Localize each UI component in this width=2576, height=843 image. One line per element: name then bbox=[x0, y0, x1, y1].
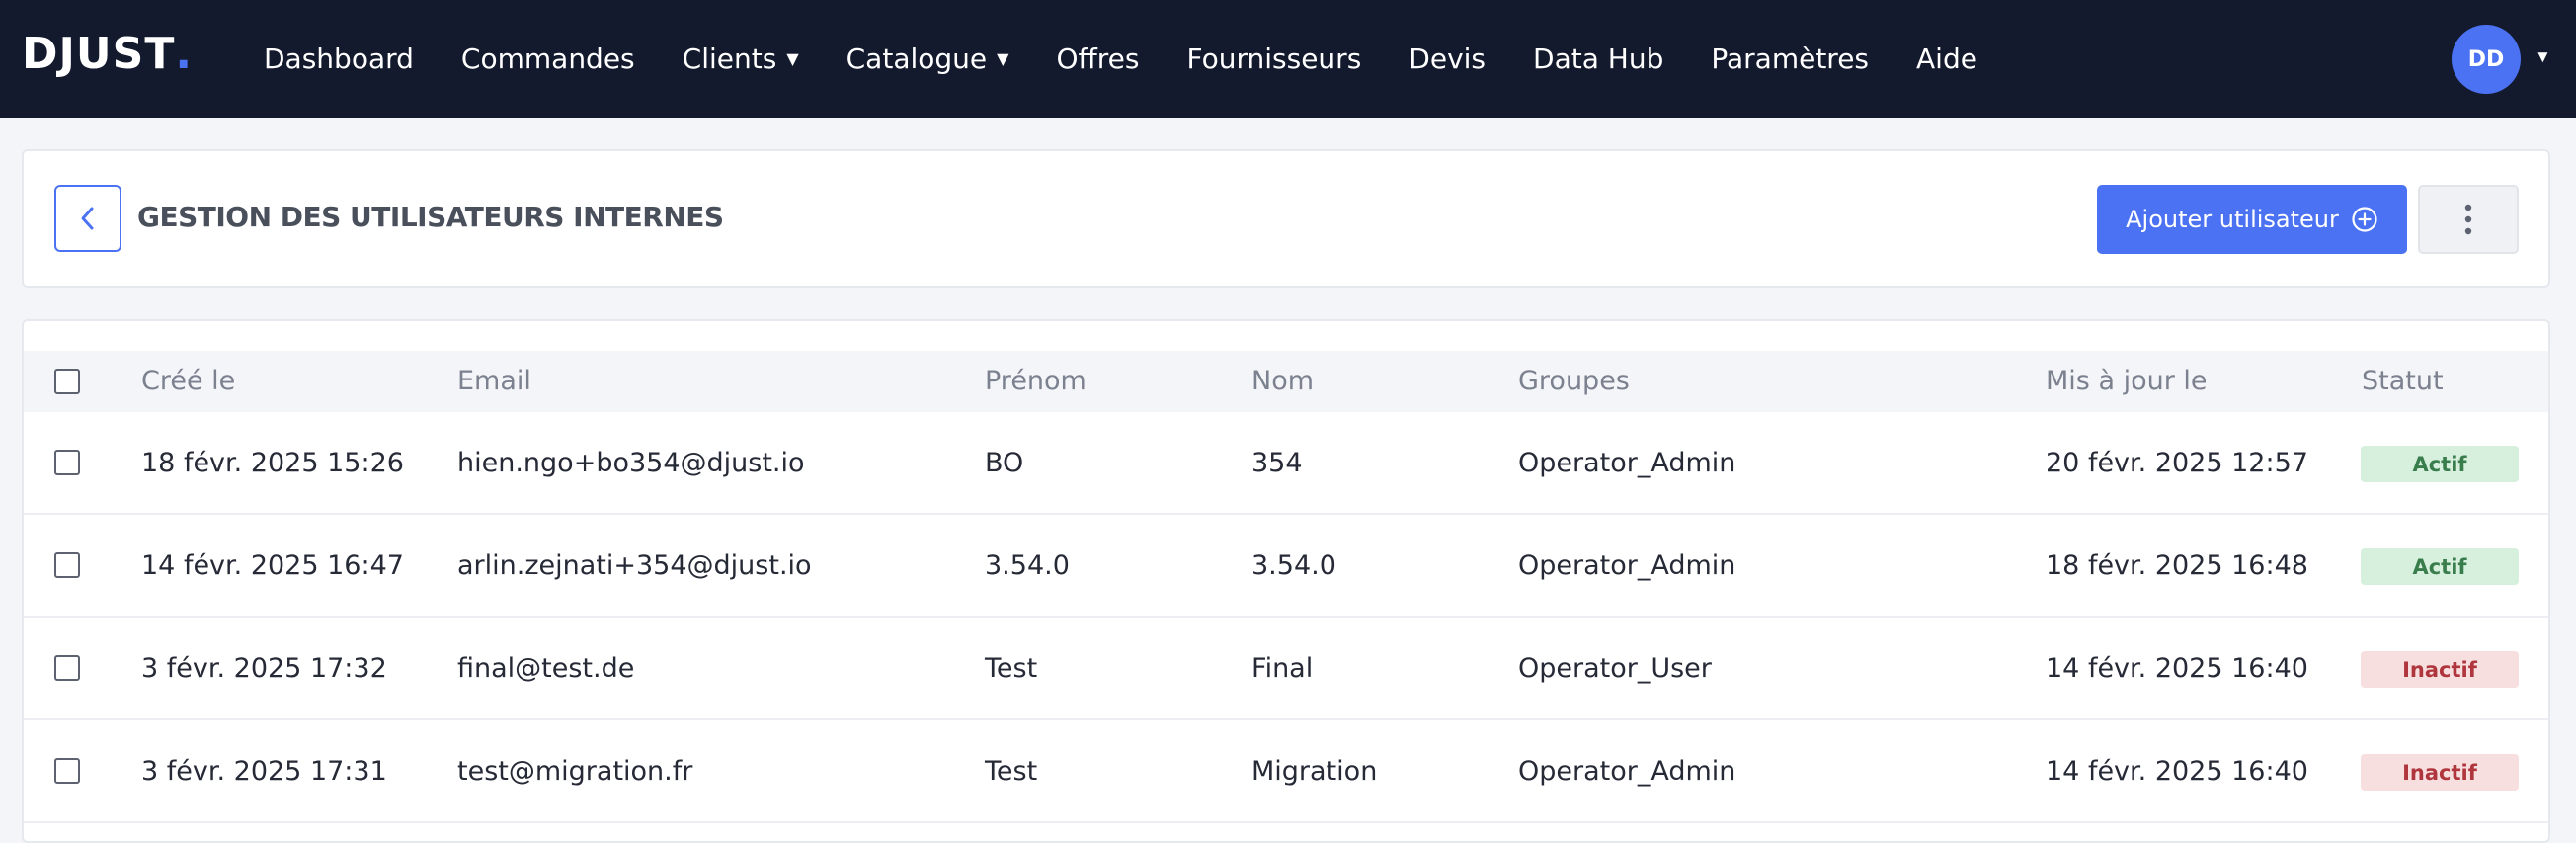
add-user-button[interactable]: Ajouter utilisateur bbox=[2097, 185, 2407, 254]
vertical-dots-icon bbox=[2464, 204, 2472, 235]
status-badge: Actif bbox=[2361, 548, 2519, 585]
cell-groups: Operator_User bbox=[1518, 653, 1712, 684]
caret-down-icon: ▼ bbox=[997, 49, 1009, 68]
cell-first-name: Test bbox=[985, 756, 1038, 787]
column-header-email[interactable]: Email bbox=[457, 351, 531, 412]
column-header-groups[interactable]: Groupes bbox=[1518, 351, 1630, 412]
user-avatar[interactable]: DD bbox=[2452, 25, 2521, 94]
column-header-updated[interactable]: Mis à jour le bbox=[2046, 351, 2208, 412]
cell-updated: 18 févr. 2025 16:48 bbox=[2046, 550, 2308, 581]
cell-groups: Operator_Admin bbox=[1518, 756, 1736, 787]
nav-item-fournisseurs[interactable]: Fournisseurs bbox=[1187, 42, 1362, 75]
logo-dot: . bbox=[175, 29, 194, 79]
cell-last-name: Migration bbox=[1251, 756, 1378, 787]
row-checkbox[interactable] bbox=[54, 552, 80, 578]
status-badge: Actif bbox=[2361, 446, 2519, 482]
cell-last-name: 354 bbox=[1251, 448, 1303, 478]
row-checkbox[interactable] bbox=[54, 655, 80, 681]
table-header: Créé le Email Prénom Nom Groupes Mis à j… bbox=[24, 351, 2548, 412]
add-user-button-label: Ajouter utilisateur bbox=[2126, 206, 2339, 233]
nav-item-commandes[interactable]: Commandes bbox=[461, 42, 635, 75]
nav-item-dashboard[interactable]: Dashboard bbox=[264, 42, 414, 75]
status-badge: Inactif bbox=[2361, 651, 2519, 688]
top-navbar: DJUST. Dashboard Commandes Clients ▼ Cata… bbox=[0, 0, 2576, 118]
cell-updated: 20 févr. 2025 12:57 bbox=[2046, 448, 2308, 478]
main-nav: Dashboard Commandes Clients ▼ Catalogue ▼ … bbox=[264, 0, 2025, 118]
page-header: GESTION DES UTILISATEURS INTERNES Ajoute… bbox=[22, 149, 2550, 288]
cell-first-name: BO bbox=[985, 448, 1024, 478]
nav-item-offres[interactable]: Offres bbox=[1056, 42, 1139, 75]
nav-label: Dashboard bbox=[264, 42, 414, 75]
nav-item-data-hub[interactable]: Data Hub bbox=[1533, 42, 1663, 75]
caret-down-icon: ▼ bbox=[786, 49, 799, 68]
nav-item-parametres[interactable]: Paramètres bbox=[1711, 42, 1869, 75]
chevron-left-icon bbox=[81, 207, 94, 230]
djust-logo[interactable]: DJUST. bbox=[22, 30, 193, 79]
page-title: GESTION DES UTILISATEURS INTERNES bbox=[137, 201, 724, 233]
nav-label: Paramètres bbox=[1711, 42, 1870, 75]
column-header-first-name[interactable]: Prénom bbox=[985, 351, 1087, 412]
cell-groups: Operator_Admin bbox=[1518, 550, 1736, 581]
cell-email: test@migration.fr bbox=[457, 756, 693, 787]
select-all-checkbox[interactable] bbox=[54, 369, 80, 394]
cell-groups: Operator_Admin bbox=[1518, 448, 1736, 478]
column-header-created[interactable]: Créé le bbox=[141, 351, 235, 412]
cell-last-name: Final bbox=[1251, 653, 1314, 684]
column-header-last-name[interactable]: Nom bbox=[1251, 351, 1314, 412]
nav-label: Devis bbox=[1409, 42, 1487, 75]
nav-item-clients[interactable]: Clients ▼ bbox=[683, 42, 799, 75]
nav-label: Data Hub bbox=[1533, 42, 1664, 75]
nav-label: Commandes bbox=[460, 42, 635, 75]
nav-item-catalogue[interactable]: Catalogue ▼ bbox=[846, 42, 1009, 75]
user-menu-caret-icon[interactable]: ▼ bbox=[2535, 47, 2551, 67]
cell-first-name: 3.54.0 bbox=[985, 550, 1070, 581]
status-badge: Inactif bbox=[2361, 754, 2519, 791]
plus-circle-icon bbox=[2352, 207, 2377, 232]
nav-label: Catalogue bbox=[845, 42, 988, 75]
nav-label: Clients bbox=[682, 42, 777, 75]
nav-label: Fournisseurs bbox=[1186, 42, 1362, 75]
table-row[interactable]: 3 févr. 2025 17:32 final@test.de Test Fi… bbox=[24, 618, 2548, 720]
cell-first-name: Test bbox=[985, 653, 1038, 684]
nav-item-devis[interactable]: Devis bbox=[1409, 42, 1486, 75]
cell-updated: 14 févr. 2025 16:40 bbox=[2046, 756, 2308, 787]
users-table: Créé le Email Prénom Nom Groupes Mis à j… bbox=[22, 319, 2550, 843]
cell-updated: 14 févr. 2025 16:40 bbox=[2046, 653, 2308, 684]
cell-created: 3 févr. 2025 17:31 bbox=[141, 756, 387, 787]
nav-item-aide[interactable]: Aide bbox=[1916, 42, 1977, 75]
cell-created: 3 févr. 2025 17:32 bbox=[141, 653, 387, 684]
cell-last-name: 3.54.0 bbox=[1251, 550, 1336, 581]
row-checkbox[interactable] bbox=[54, 450, 80, 475]
table-row[interactable]: 14 févr. 2025 16:47 arlin.zejnati+354@dj… bbox=[24, 515, 2548, 618]
logo-text: DJUST bbox=[22, 29, 176, 79]
table-row[interactable]: 18 févr. 2025 15:26 hien.ngo+bo354@djust… bbox=[24, 412, 2548, 515]
table-row[interactable]: 3 févr. 2025 17:31 test@migration.fr Tes… bbox=[24, 720, 2548, 823]
more-options-button[interactable] bbox=[2418, 185, 2519, 254]
back-button[interactable] bbox=[54, 185, 121, 252]
row-checkbox[interactable] bbox=[54, 758, 80, 784]
cell-email: final@test.de bbox=[457, 653, 635, 684]
column-header-status[interactable]: Statut bbox=[2362, 351, 2444, 412]
cell-created: 14 févr. 2025 16:47 bbox=[141, 550, 404, 581]
cell-email: hien.ngo+bo354@djust.io bbox=[457, 448, 805, 478]
nav-label: Aide bbox=[1916, 42, 1977, 75]
cell-created: 18 févr. 2025 15:26 bbox=[141, 448, 404, 478]
nav-label: Offres bbox=[1056, 42, 1140, 75]
cell-email: arlin.zejnati+354@djust.io bbox=[457, 550, 812, 581]
